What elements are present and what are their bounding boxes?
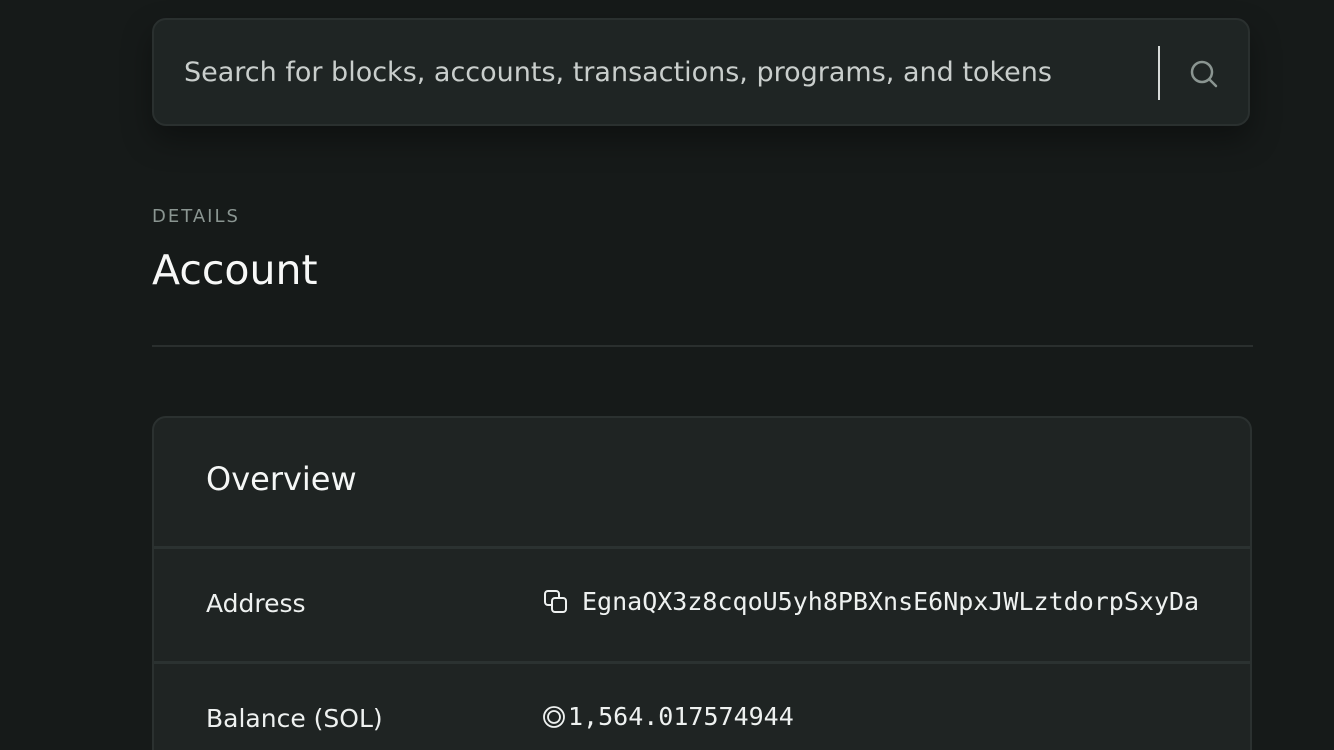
page-pretitle: DETAILS bbox=[152, 206, 240, 227]
address-row: Address EgnaQX3z8cqoU5yh8PBXnsE6NpxJWLzt… bbox=[154, 549, 1250, 664]
header-divider bbox=[152, 345, 1253, 347]
search-bar[interactable] bbox=[152, 18, 1250, 126]
card-title: Overview bbox=[206, 460, 357, 498]
address-value[interactable]: EgnaQX3z8cqoU5yh8PBXnsE6NpxJWLztdorpSxyD… bbox=[582, 587, 1199, 616]
address-label: Address bbox=[206, 589, 306, 618]
card-header: Overview bbox=[154, 418, 1250, 549]
sol-icon bbox=[543, 705, 565, 728]
balance-row: Balance (SOL) 1,564.017574944 bbox=[154, 664, 1250, 750]
account-details-page: DETAILS Account Overview Address EgnaQX3… bbox=[0, 0, 1334, 750]
copy-icon[interactable] bbox=[542, 588, 570, 616]
balance-value-container: 1,564.017574944 bbox=[542, 702, 794, 731]
search-divider bbox=[1158, 46, 1160, 100]
search-input[interactable] bbox=[184, 20, 1144, 124]
search-icon[interactable] bbox=[1188, 58, 1220, 90]
balance-value: 1,564.017574944 bbox=[568, 702, 794, 731]
balance-label: Balance (SOL) bbox=[206, 704, 383, 733]
address-value-container: EgnaQX3z8cqoU5yh8PBXnsE6NpxJWLztdorpSxyD… bbox=[542, 587, 1199, 616]
overview-card: Overview Address EgnaQX3z8cqoU5yh8PBXnsE… bbox=[152, 416, 1252, 750]
page-title: Account bbox=[152, 246, 318, 294]
